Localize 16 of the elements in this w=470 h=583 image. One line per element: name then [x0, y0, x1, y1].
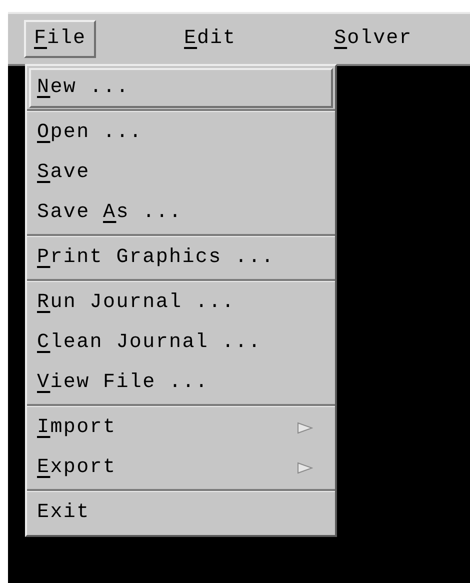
- menu-bar-item[interactable]: Edit: [174, 20, 246, 58]
- menu-item[interactable]: Exit: [29, 493, 333, 533]
- submenu-arrow-icon: [297, 422, 313, 434]
- menu-item[interactable]: View File ...: [29, 363, 333, 403]
- menu-item[interactable]: Open ...: [29, 113, 333, 153]
- menu-item[interactable]: New ...: [29, 68, 333, 108]
- menu-item[interactable]: P rint Graphics ...: [29, 238, 333, 278]
- menu-item[interactable]: Save As ...: [29, 193, 333, 233]
- menu-bar-item[interactable]: Solver: [324, 20, 422, 58]
- menu-item[interactable]: C lean Journal ...: [29, 323, 333, 363]
- menu-item[interactable]: Run Journal ...: [29, 283, 333, 323]
- menu-item[interactable]: Import: [29, 408, 333, 448]
- menu-item[interactable]: Export: [29, 448, 333, 488]
- menu-bar-item[interactable]: File: [24, 20, 96, 58]
- submenu-arrow-icon: [297, 462, 313, 474]
- menu-item[interactable]: Save: [29, 153, 333, 193]
